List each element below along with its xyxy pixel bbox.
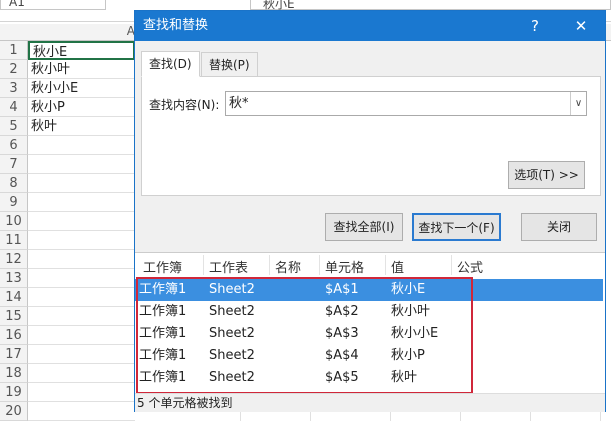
- name-box[interactable]: A1: [0, 0, 106, 10]
- column-header[interactable]: 公式: [457, 257, 483, 276]
- column-divider[interactable]: [203, 255, 204, 275]
- row-header[interactable]: 4: [0, 98, 28, 117]
- row-header[interactable]: 13: [0, 269, 28, 288]
- highlight-box: [136, 277, 473, 394]
- cell-a16[interactable]: [28, 326, 135, 345]
- row-header[interactable]: 15: [0, 307, 28, 326]
- row-header[interactable]: 11: [0, 231, 28, 250]
- row-header[interactable]: 5: [0, 117, 28, 136]
- column-divider[interactable]: [319, 255, 320, 275]
- tab-replace[interactable]: 替换(P): [201, 52, 258, 77]
- row-header[interactable]: 8: [0, 174, 28, 193]
- column-divider[interactable]: [451, 255, 452, 275]
- row-header[interactable]: 16: [0, 326, 28, 345]
- cell-a14[interactable]: [28, 288, 135, 307]
- cell-a6[interactable]: [28, 136, 135, 155]
- chevron-down-icon[interactable]: ∨: [570, 92, 586, 115]
- cell-a1[interactable]: 秋小E: [28, 41, 135, 60]
- column-header-a[interactable]: A: [28, 24, 135, 41]
- cell-a11[interactable]: [28, 231, 135, 250]
- options-button[interactable]: 选项(T) >>: [508, 161, 585, 189]
- find-value: 秋*: [229, 96, 249, 111]
- cell-a12[interactable]: [28, 250, 135, 269]
- column-header[interactable]: 值: [391, 257, 404, 276]
- help-button[interactable]: ?: [517, 11, 553, 41]
- close-button[interactable]: 关闭: [521, 213, 597, 241]
- status-text: 5 个单元格被找到: [135, 393, 605, 412]
- find-input[interactable]: 秋* ∨: [225, 91, 587, 116]
- tab-find[interactable]: 查找(D): [141, 51, 200, 77]
- row-header[interactable]: 9: [0, 193, 28, 212]
- row-header[interactable]: 7: [0, 155, 28, 174]
- cell-a4[interactable]: 秋小P: [28, 98, 135, 117]
- formula-input[interactable]: 秋小E: [250, 0, 611, 11]
- close-icon[interactable]: ✕: [563, 11, 599, 41]
- cell-a3[interactable]: 秋小小E: [28, 79, 135, 98]
- row-header[interactable]: 10: [0, 212, 28, 231]
- column-divider[interactable]: [269, 255, 270, 275]
- cell-a20[interactable]: [28, 402, 135, 421]
- cell-a18[interactable]: [28, 364, 135, 383]
- column-divider[interactable]: [385, 255, 386, 275]
- cell-a10[interactable]: [28, 212, 135, 231]
- row-header[interactable]: 17: [0, 345, 28, 364]
- cell-a13[interactable]: [28, 269, 135, 288]
- row-header[interactable]: 19: [0, 383, 28, 402]
- cell-a15[interactable]: [28, 307, 135, 326]
- find-all-button[interactable]: 查找全部(I): [325, 213, 403, 241]
- row-header[interactable]: 2: [0, 60, 28, 79]
- cell-a5[interactable]: 秋叶: [28, 117, 135, 136]
- row-header[interactable]: 6: [0, 136, 28, 155]
- cell-a9[interactable]: [28, 193, 135, 212]
- column-header[interactable]: 工作簿: [143, 257, 182, 276]
- find-replace-dialog: 查找和替换 ? ✕ 查找(D) 替换(P) 查找内容(N): 秋* ∨ 选项(T…: [134, 10, 606, 412]
- cell-a19[interactable]: [28, 383, 135, 402]
- column-header[interactable]: 工作表: [209, 257, 248, 276]
- cell-a17[interactable]: [28, 345, 135, 364]
- column-header[interactable]: 名称: [275, 257, 301, 276]
- find-next-button[interactable]: 查找下一个(F): [412, 213, 501, 241]
- row-header[interactable]: 20: [0, 402, 28, 421]
- find-label: 查找内容(N):: [149, 98, 220, 112]
- row-header[interactable]: 3: [0, 79, 28, 98]
- cell-a8[interactable]: [28, 174, 135, 193]
- row-header[interactable]: 18: [0, 364, 28, 383]
- column-header[interactable]: 单元格: [325, 257, 364, 276]
- row-header[interactable]: 1: [0, 41, 28, 60]
- cell-a7[interactable]: [28, 155, 135, 174]
- row-header[interactable]: 14: [0, 288, 28, 307]
- cell-a2[interactable]: 秋小叶: [28, 60, 135, 79]
- row-header[interactable]: 12: [0, 250, 28, 269]
